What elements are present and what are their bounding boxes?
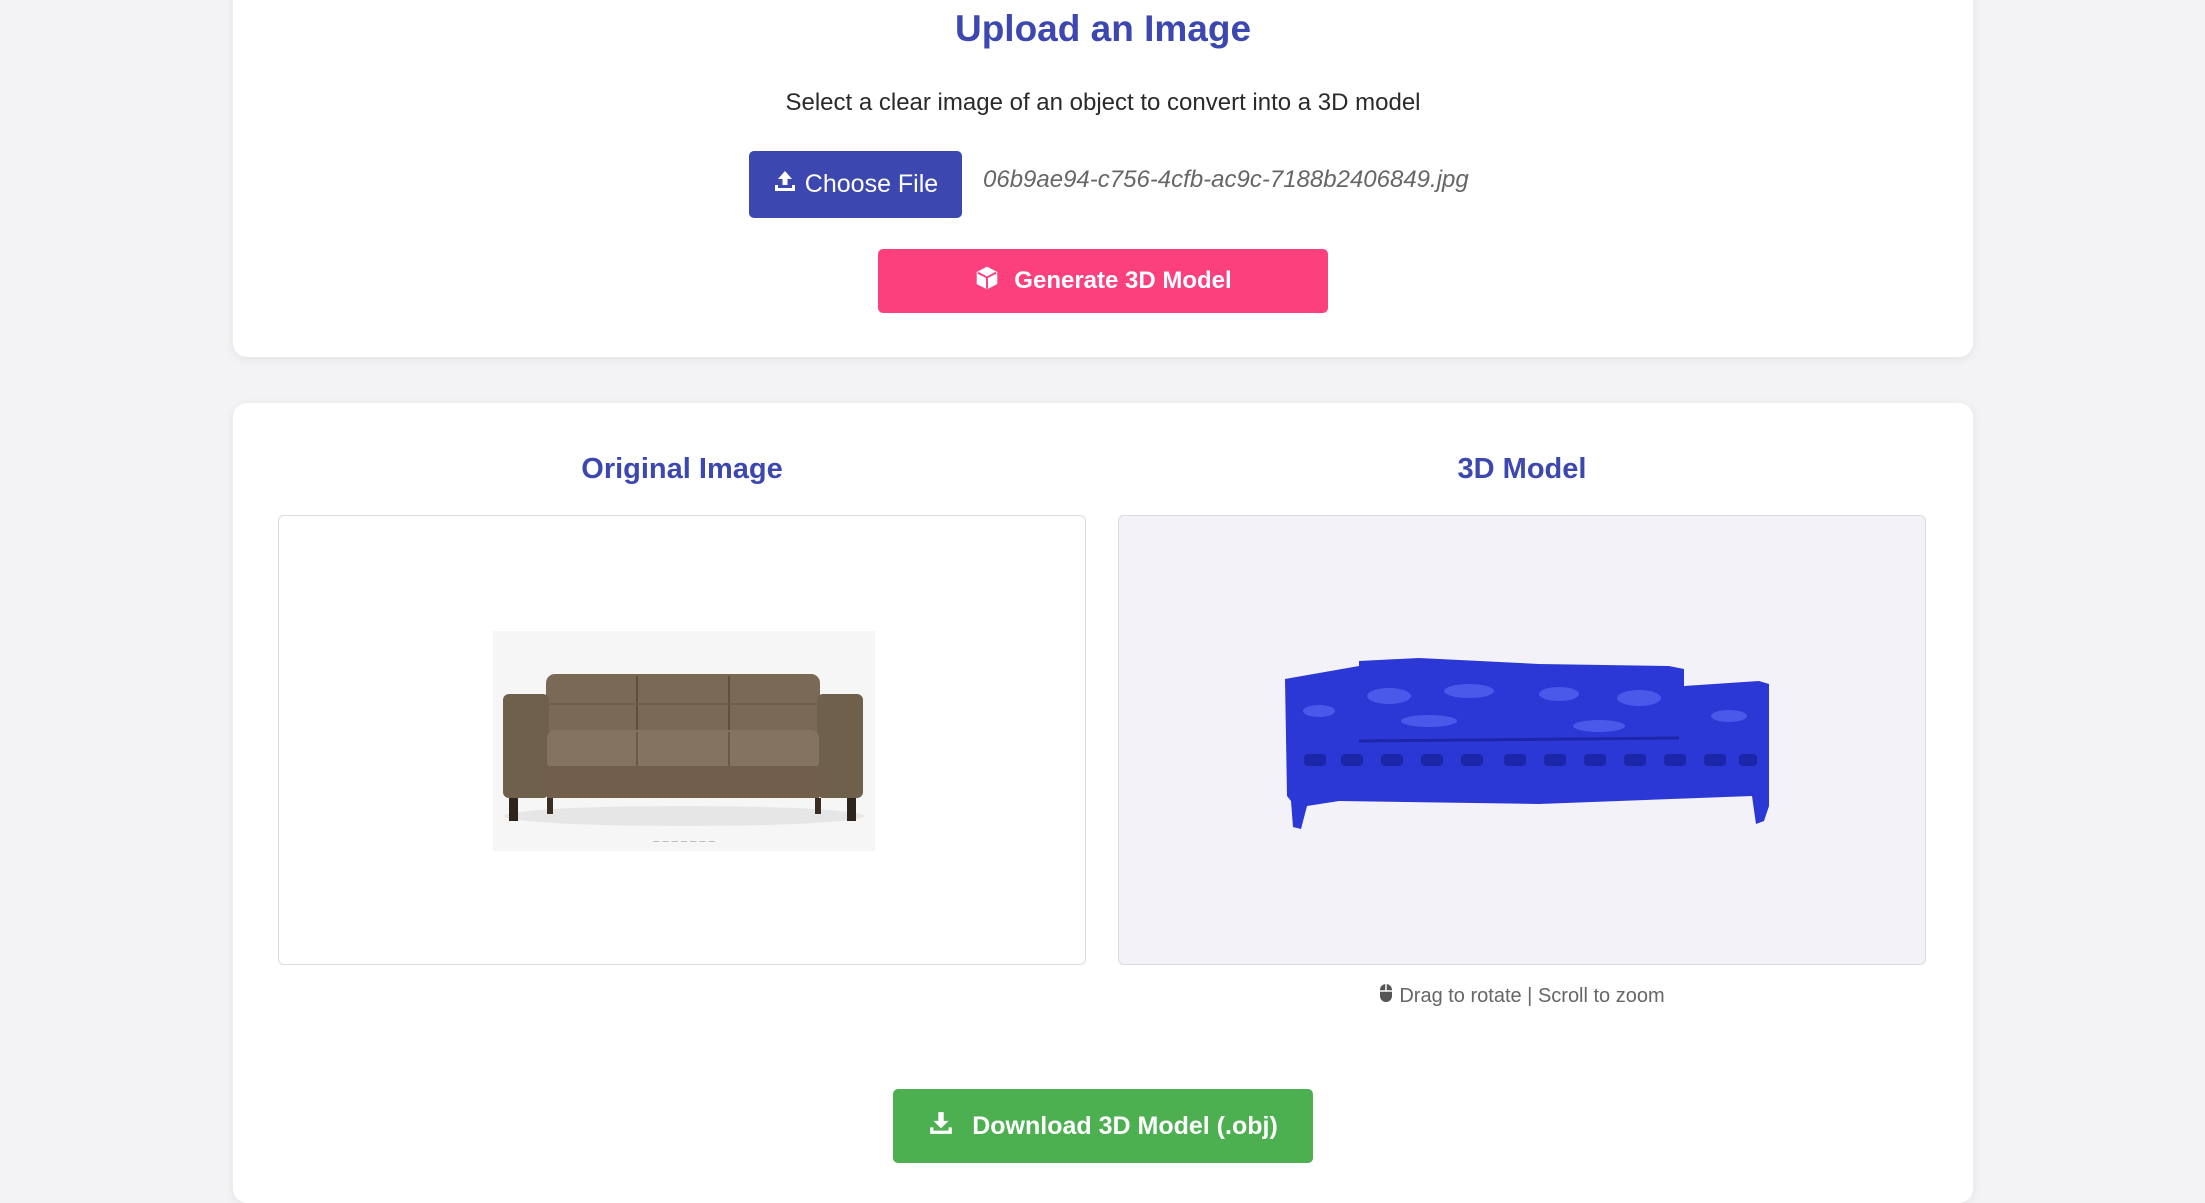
download-3d-model-button[interactable]: Download 3D Model (.obj) xyxy=(893,1089,1313,1163)
sofa-photo: — — — — — — — xyxy=(493,631,875,851)
result-card: Original Image 3D Model — — — — — — — Dr… xyxy=(233,403,1973,1203)
3d-model-title: 3D Model xyxy=(1457,453,1587,485)
original-image-panel: — — — — — — — xyxy=(278,515,1086,965)
generate-label: Generate 3D Model xyxy=(1014,267,1232,294)
selected-file-name: 06b9ae94-c756-4cfb-ac9c-7188b2406849.jpg xyxy=(983,166,1469,193)
3d-model-viewer[interactable] xyxy=(1118,515,1926,965)
download-label: Download 3D Model (.obj) xyxy=(972,1111,1278,1140)
generate-3d-model-button[interactable]: Generate 3D Model xyxy=(878,249,1328,313)
cube-icon xyxy=(974,265,1000,298)
upload-title: Upload an Image xyxy=(954,8,1252,49)
upload-subtitle: Select a clear image of an object to con… xyxy=(785,89,1421,116)
mouse-icon xyxy=(1379,983,1393,1009)
choose-file-label: Choose File xyxy=(804,170,939,198)
viewer-hint: Drag to rotate | Scroll to zoom xyxy=(1118,983,1926,1009)
3d-model-render xyxy=(1285,658,1769,829)
choose-file-button[interactable]: Choose File xyxy=(749,151,962,218)
svg-text:— — — — — — —: — — — — — — — xyxy=(653,837,715,845)
upload-icon xyxy=(773,169,797,200)
upload-card: Upload an Image Select a clear image of … xyxy=(233,0,1973,357)
original-image-title: Original Image xyxy=(581,453,783,485)
download-icon xyxy=(928,1110,954,1143)
viewer-hint-text: Drag to rotate | Scroll to zoom xyxy=(1399,984,1665,1007)
